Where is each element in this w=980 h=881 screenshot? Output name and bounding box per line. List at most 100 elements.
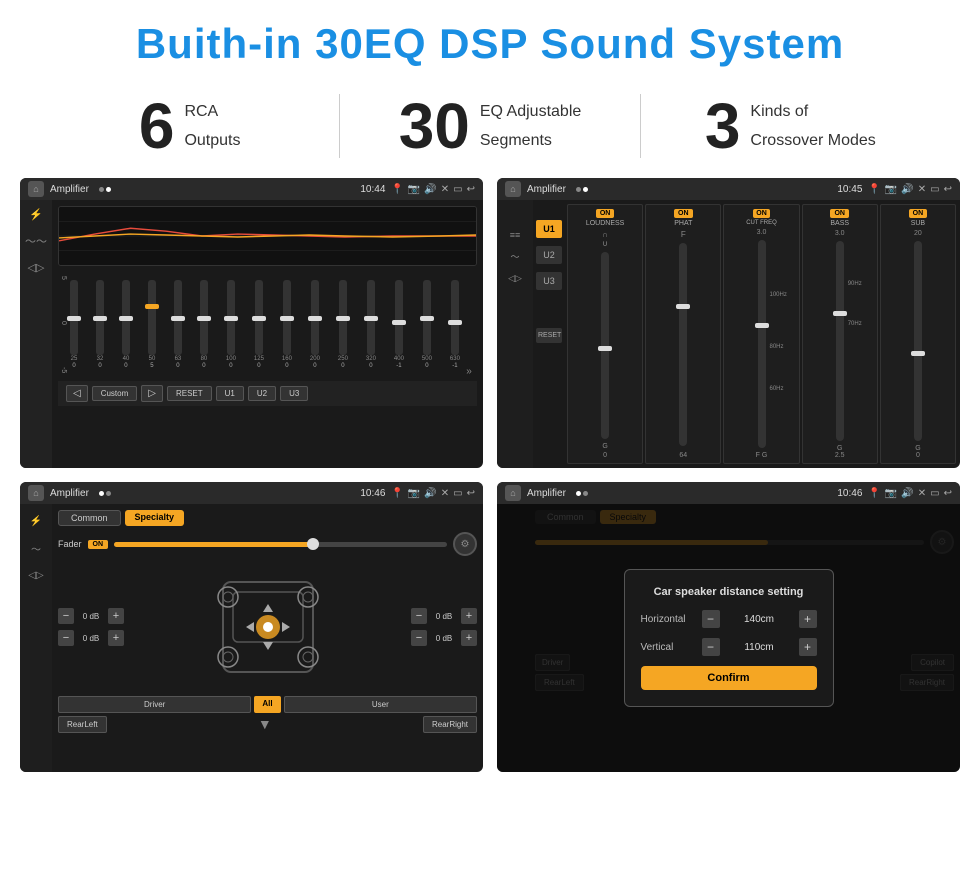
- eq-prev-btn[interactable]: ◁: [66, 385, 88, 402]
- vertical-minus[interactable]: −: [702, 638, 720, 656]
- phat-label: PHAT: [674, 220, 692, 227]
- right-top-db: 0 dB: [429, 612, 459, 621]
- volume-icon: 🔊: [424, 184, 436, 195]
- user-btn[interactable]: User: [284, 696, 477, 713]
- all-btn[interactable]: All: [254, 696, 280, 713]
- cutfreq-label: CUT FREQ: [746, 220, 777, 226]
- eq-slider-11[interactable]: 320 0: [366, 280, 376, 369]
- screens-grid: ⌂ Amplifier 10:44 📍 📷 🔊 ✕ ▭ ↩ ⚡ 〜〜 ◁▷: [0, 178, 980, 782]
- eq-reset-btn[interactable]: RESET: [167, 386, 212, 401]
- eq-u1-btn[interactable]: U1: [216, 386, 244, 401]
- cdot2: [583, 187, 588, 192]
- fdot1: [99, 491, 104, 496]
- vertical-label: Vertical: [641, 642, 696, 653]
- home-icon-2[interactable]: ⌂: [505, 181, 521, 197]
- distance-status-icons: 📍 📷 🔊 ✕ ▭ ↩: [868, 488, 952, 499]
- right-db-controls: − 0 dB + − 0 dB +: [411, 608, 477, 646]
- speaker-icon-3[interactable]: ◁▷: [28, 570, 43, 581]
- bass-toggle[interactable]: ON: [830, 209, 849, 218]
- eq-u3-btn[interactable]: U3: [280, 386, 308, 401]
- eq-slider-8[interactable]: 160 0: [282, 280, 292, 369]
- left-bot-db: 0 dB: [76, 634, 106, 643]
- wave-icon-3[interactable]: 〜: [31, 541, 41, 556]
- u1-button[interactable]: U1: [536, 220, 562, 238]
- dot1: [99, 187, 104, 192]
- right-top-minus[interactable]: −: [411, 608, 427, 624]
- eq-slider-13[interactable]: 500 0: [422, 280, 432, 369]
- sub-label: SUB: [911, 220, 925, 227]
- dialog-overlay: Car speaker distance setting Horizontal …: [497, 504, 960, 772]
- eq-slider-10[interactable]: 250 0: [338, 280, 348, 369]
- back-icon-3: ↩: [467, 488, 475, 499]
- phat-toggle[interactable]: ON: [674, 209, 693, 218]
- eq-slider-9[interactable]: 200 0: [310, 280, 320, 369]
- eq-slider-3[interactable]: 50 5: [148, 280, 156, 369]
- fdot2: [106, 491, 111, 496]
- sub-toggle[interactable]: ON: [909, 209, 928, 218]
- rearright-btn[interactable]: RearRight: [423, 716, 477, 733]
- eq-slider-4[interactable]: 63 0: [174, 280, 182, 369]
- location-icon-2: 📍: [868, 184, 880, 195]
- fader-time: 10:46: [360, 488, 385, 499]
- right-top-plus[interactable]: +: [461, 608, 477, 624]
- eq-next-btn[interactable]: ▷: [141, 385, 163, 402]
- wave-icon[interactable]: 〜〜: [25, 233, 47, 249]
- eq-slider-5[interactable]: 80 0: [200, 280, 208, 369]
- distance-title: Amplifier: [527, 488, 566, 499]
- right-bot-minus[interactable]: −: [411, 630, 427, 646]
- eq-screen-inner: ⚡ 〜〜 ◁▷: [20, 200, 483, 468]
- location-icon: 📍: [391, 184, 403, 195]
- camera-icon-4: 📷: [885, 488, 897, 499]
- fader-status-icons: 📍 📷 🔊 ✕ ▭ ↩: [391, 488, 475, 499]
- settings-icon[interactable]: ⚙: [453, 532, 477, 556]
- vertical-plus[interactable]: +: [799, 638, 817, 656]
- distance-status-bar: ⌂ Amplifier 10:46 📍 📷 🔊 ✕ ▭ ↩: [497, 482, 960, 504]
- crossover-title: Amplifier: [527, 184, 566, 195]
- volume-icon-4: 🔊: [901, 488, 913, 499]
- stat-crossover: 3 Kinds of Crossover Modes: [641, 94, 940, 158]
- eq-u2-btn[interactable]: U2: [248, 386, 276, 401]
- stat-eq-number: 30: [399, 94, 470, 158]
- fader-title: Amplifier: [50, 488, 89, 499]
- fader-toggle[interactable]: ON: [88, 540, 109, 549]
- home-icon-4[interactable]: ⌂: [505, 485, 521, 501]
- home-icon[interactable]: ⌂: [28, 181, 44, 197]
- equalizer-icon[interactable]: ⚡: [29, 208, 43, 221]
- specialty-tab[interactable]: Specialty: [125, 510, 185, 526]
- speaker-icon[interactable]: ◁▷: [28, 261, 45, 274]
- distance-screen: ⌂ Amplifier 10:46 📍 📷 🔊 ✕ ▭ ↩ Common: [497, 482, 960, 772]
- left-top-minus[interactable]: −: [58, 608, 74, 624]
- horizontal-plus[interactable]: +: [799, 610, 817, 628]
- home-icon-3[interactable]: ⌂: [28, 485, 44, 501]
- eq-custom-btn[interactable]: Custom: [92, 386, 138, 401]
- left-bot-plus[interactable]: +: [108, 630, 124, 646]
- u2-button[interactable]: U2: [536, 246, 562, 264]
- eq-slider-2[interactable]: 40 0: [122, 280, 130, 369]
- rearleft-btn[interactable]: RearLeft: [58, 716, 107, 733]
- minimize-icon-3: ▭: [453, 488, 462, 499]
- driver-btn[interactable]: Driver: [58, 696, 251, 713]
- horizontal-minus[interactable]: −: [702, 610, 720, 628]
- horizontal-row: Horizontal − 140cm +: [641, 610, 817, 628]
- cutfreq-toggle[interactable]: ON: [753, 209, 770, 218]
- eq-status-icons: 📍 📷 🔊 ✕ ▭ ↩: [391, 184, 475, 195]
- loudness-toggle[interactable]: ON: [596, 209, 615, 218]
- reset-button[interactable]: RESET: [536, 328, 562, 343]
- left-bot-minus[interactable]: −: [58, 630, 74, 646]
- left-top-plus[interactable]: +: [108, 608, 124, 624]
- eq-slider-1[interactable]: 32 0: [96, 280, 104, 369]
- u3-button[interactable]: U3: [536, 272, 562, 290]
- eq-slider-0[interactable]: 25 0: [70, 280, 78, 369]
- loudness-label: LOUDNESS: [586, 220, 625, 227]
- back-icon-2: ↩: [944, 184, 952, 195]
- eq-slider-12[interactable]: 400 -1: [394, 280, 404, 369]
- eq-slider-6[interactable]: 100 0: [226, 280, 236, 369]
- stat-eq-label1: EQ Adjustable: [480, 94, 581, 123]
- confirm-button[interactable]: Confirm: [641, 666, 817, 690]
- eq-icon-3[interactable]: ⚡: [30, 516, 42, 527]
- eq-slider-7[interactable]: 125 0: [254, 280, 264, 369]
- eq-slider-14[interactable]: 630 -1: [450, 280, 460, 369]
- common-tab[interactable]: Common: [58, 510, 121, 526]
- dot2: [106, 187, 111, 192]
- right-bot-plus[interactable]: +: [461, 630, 477, 646]
